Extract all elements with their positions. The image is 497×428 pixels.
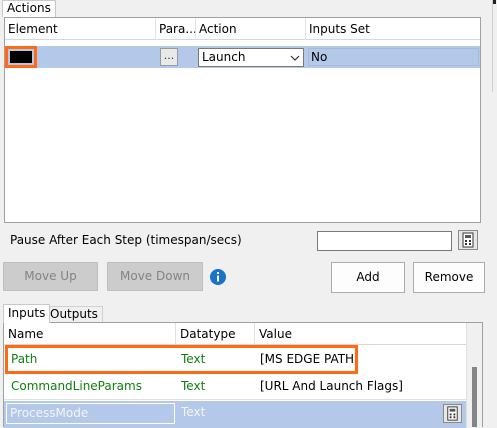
input-name-processmode: ProcessMode: [10, 406, 89, 420]
tab-actions[interactable]: Actions: [2, 0, 56, 17]
input-row-processmode[interactable]: ProcessMode Text: [4, 401, 466, 428]
scrollbar-thumb[interactable]: [472, 367, 477, 427]
column-header-params[interactable]: Para...: [156, 18, 196, 40]
calculator-icon[interactable]: [443, 404, 462, 423]
action-dropdown[interactable]: Launch: [198, 48, 304, 67]
inputs-set-cell[interactable]: No: [308, 48, 479, 66]
calculator-icon[interactable]: [458, 230, 478, 250]
move-up-button[interactable]: Move Up: [3, 262, 98, 291]
tab-inputs[interactable]: Inputs: [3, 304, 51, 323]
inputs-panel: Name Datatype Value Path Text [MS EDGE P…: [3, 322, 483, 428]
input-value-commandlineparams[interactable]: [URL And Launch Flags]: [256, 375, 466, 397]
column-header-inputs-set[interactable]: Inputs Set: [306, 18, 480, 40]
params-ellipsis-button[interactable]: ...: [160, 48, 178, 66]
tab-outputs[interactable]: Outputs: [45, 306, 103, 323]
element-value-redacted: [10, 51, 32, 63]
chevron-down-icon[interactable]: [287, 49, 303, 66]
pause-label: Pause After Each Step (timespan/secs): [10, 233, 242, 247]
element-highlight-box[interactable]: [5, 46, 37, 68]
input-value-processmode[interactable]: [256, 401, 436, 423]
inputs-scrollbar[interactable]: [466, 323, 482, 428]
input-datatype-processmode: Text: [181, 405, 206, 419]
actions-panel: Element Para... Action Inputs Set ... La…: [4, 17, 481, 223]
column-header-datatype[interactable]: Datatype: [176, 323, 255, 345]
move-down-button[interactable]: Move Down: [107, 262, 203, 291]
right-edge-divider: [492, 0, 493, 92]
info-icon[interactable]: [209, 268, 227, 286]
action-row[interactable]: ... Launch No: [5, 46, 480, 68]
column-header-value[interactable]: Value: [255, 323, 466, 345]
pause-input[interactable]: [317, 231, 452, 251]
add-button[interactable]: Add: [331, 262, 405, 293]
action-dropdown-value: Launch: [202, 50, 246, 64]
input-name-processmode-field[interactable]: ProcessMode: [6, 403, 175, 424]
column-header-element[interactable]: Element: [5, 18, 156, 40]
column-header-action[interactable]: Action: [196, 18, 306, 40]
path-row-highlight: [5, 345, 358, 374]
inputs-set-value: No: [311, 50, 328, 64]
column-header-name[interactable]: Name: [4, 323, 176, 345]
input-name-commandlineparams: CommandLineParams: [11, 379, 142, 393]
remove-button[interactable]: Remove: [413, 262, 485, 293]
right-edge-mark: [493, 0, 496, 4]
input-datatype-commandlineparams: Text: [181, 379, 206, 393]
input-row-commandlineparams[interactable]: CommandLineParams Text [URL And Launch F…: [4, 375, 466, 400]
inputs-header: Name Datatype Value: [4, 323, 466, 345]
actions-header: Element Para... Action Inputs Set: [5, 18, 480, 40]
